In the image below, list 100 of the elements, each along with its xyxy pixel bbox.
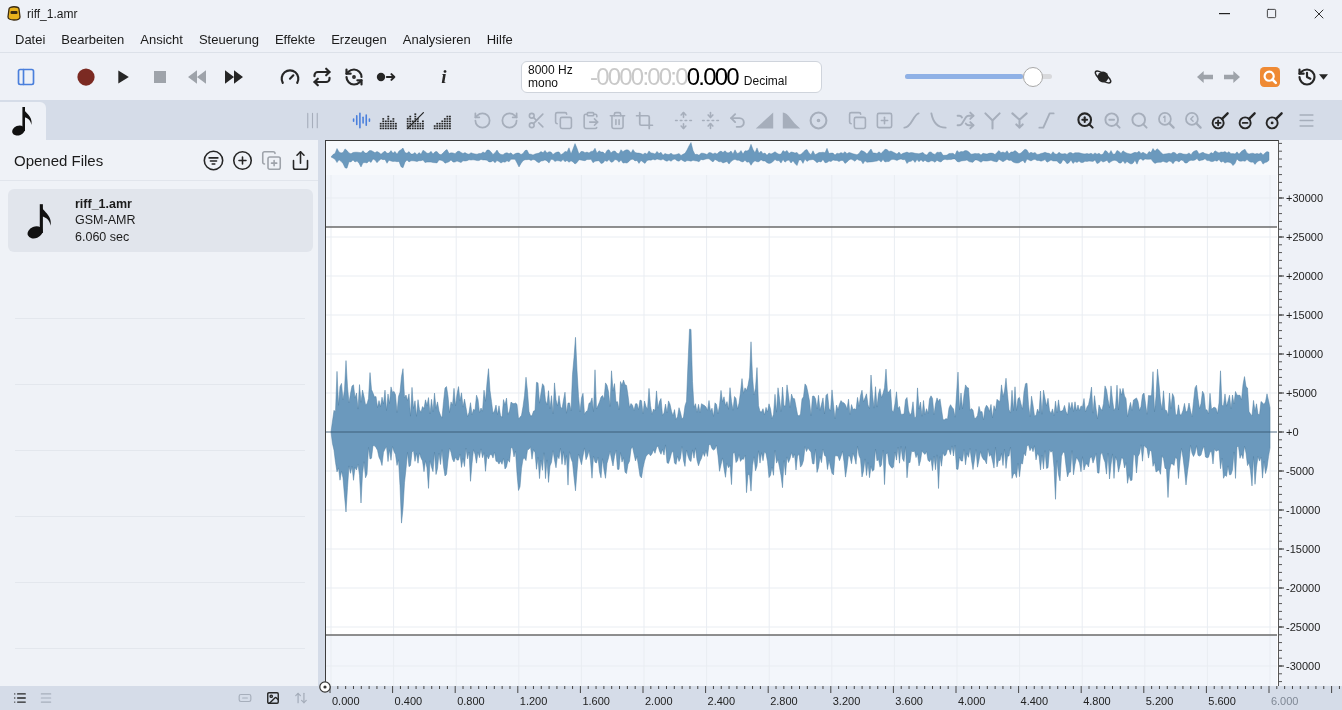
sample-rate-text: 8000 Hz	[528, 63, 574, 77]
curve-down-icon	[929, 110, 948, 130]
loop-icon	[312, 66, 332, 87]
axis-label: -30000	[1286, 660, 1321, 672]
frame-icon	[238, 691, 252, 705]
menu-item[interactable]: Hilfe	[478, 30, 521, 49]
redo-icon	[500, 110, 519, 130]
menu-item[interactable]: Datei	[7, 30, 54, 49]
search-icon	[1260, 66, 1280, 87]
axis-label: 5.600	[1208, 695, 1236, 707]
axis-label: 4.000	[957, 695, 986, 707]
ramp-icon	[1037, 110, 1056, 130]
axis-label: 5.200	[1145, 695, 1174, 707]
caret-icon	[1318, 73, 1328, 80]
axis-label: +5000	[1286, 387, 1317, 399]
maximize-icon	[1266, 8, 1277, 19]
split-arrow-icon	[1010, 110, 1029, 130]
duplicate-icon	[848, 110, 867, 130]
fade-in-icon	[755, 110, 774, 130]
music-note-icon	[11, 106, 35, 136]
axis-label: 1.200	[519, 695, 548, 707]
return-arrow-icon	[728, 110, 747, 130]
axis-label: 0.400	[394, 695, 423, 707]
axis-label: -10000	[1286, 504, 1321, 516]
axis-label: +0	[1286, 426, 1299, 438]
expand-icon	[674, 110, 693, 130]
add-square-icon	[875, 110, 894, 130]
time-readout: -0000:00:00.000	[590, 64, 738, 89]
axis-label: -15000	[1286, 543, 1321, 555]
axis-label: 0.800	[457, 695, 485, 707]
crop-icon	[635, 110, 654, 130]
merge-icon	[983, 110, 1002, 130]
info-button[interactable]: i	[431, 63, 457, 90]
window-title: riff_1.amr	[27, 6, 78, 21]
files-tab[interactable]	[0, 102, 46, 140]
axis-label: 3.200	[832, 695, 861, 707]
fade-out-icon	[782, 110, 801, 130]
undo-icon	[473, 110, 492, 130]
list-icon	[13, 691, 27, 705]
app-logo-icon	[7, 5, 21, 22]
menu-item[interactable]: Effekte	[266, 30, 324, 49]
axis-label: +10000	[1286, 348, 1323, 360]
axis-label: 6.000	[1270, 695, 1299, 707]
zoom-out-icon	[1103, 110, 1122, 130]
axis-label: 2.400	[707, 695, 736, 707]
add-icon	[231, 149, 253, 171]
waveform-icon	[352, 110, 371, 130]
sort-arrows-icon	[294, 691, 308, 705]
channels-text: mono	[528, 76, 560, 90]
axis-label: +20000	[1286, 270, 1323, 282]
magnifier-icon	[1130, 110, 1149, 130]
menu-item[interactable]: Analysieren	[394, 30, 479, 49]
arrow-left-icon	[1197, 68, 1213, 85]
axis-label: 1.600	[582, 695, 610, 707]
collapse-icon	[701, 110, 720, 130]
axis-label: +25000	[1286, 231, 1323, 243]
stop-icon	[154, 70, 166, 83]
axis-label: -25000	[1286, 621, 1321, 633]
zoom-in-icon	[1076, 110, 1095, 130]
magnifier-back-icon	[1184, 110, 1203, 130]
filter-icon	[202, 149, 224, 171]
axis-label: +30000	[1286, 192, 1323, 204]
target-icon	[809, 110, 828, 130]
axis-label: 0.000	[332, 695, 360, 707]
file-format: GSM-AMR	[75, 212, 136, 229]
magnifier-dot-icon	[1265, 110, 1284, 130]
clock-icon	[1296, 66, 1317, 87]
trash-icon	[608, 110, 627, 130]
curve-up-icon	[902, 110, 921, 130]
menu-item[interactable]: Bearbeiten	[53, 30, 133, 49]
axis-label: 4.800	[1083, 695, 1111, 707]
axis-label: 4.400	[1020, 695, 1049, 707]
copy-icon	[554, 110, 573, 130]
menu-item[interactable]: Steuerung	[190, 30, 267, 49]
slider-thumb[interactable]	[1022, 66, 1043, 87]
loop-dot-icon	[344, 66, 364, 87]
shuffle-icon	[956, 110, 975, 130]
magnifier-minus-icon	[1238, 110, 1257, 130]
axis-label: -20000	[1286, 582, 1321, 594]
file-duration: 6.060 sec	[75, 228, 131, 246]
paste-icon	[581, 110, 600, 130]
axis-label: -5000	[1286, 465, 1315, 477]
axis-label: 3.600	[895, 695, 923, 707]
file-item[interactable]: riff_1.amr GSM-AMR 6.060 sec	[8, 189, 313, 252]
minimize-icon	[1219, 12, 1230, 15]
arrow-right-icon	[1224, 68, 1240, 85]
menu-item[interactable]: Erzeugen	[323, 30, 395, 49]
copy-plus-icon	[260, 149, 282, 171]
lines-icon	[39, 691, 53, 705]
sidebar-icon	[16, 66, 36, 87]
file-name: riff_1.amr	[75, 195, 133, 213]
menu-item[interactable]: Ansicht	[132, 30, 191, 49]
axis-label: +15000	[1286, 309, 1323, 321]
gauge-icon	[280, 66, 300, 87]
play-icon	[116, 69, 130, 84]
scissors-icon	[527, 110, 546, 130]
spectrum-off-icon	[406, 110, 425, 130]
sidebar-title: Opened Files	[14, 151, 104, 169]
time-format-label[interactable]: Decimal	[743, 73, 788, 88]
axis-label: 2.000	[644, 695, 673, 707]
